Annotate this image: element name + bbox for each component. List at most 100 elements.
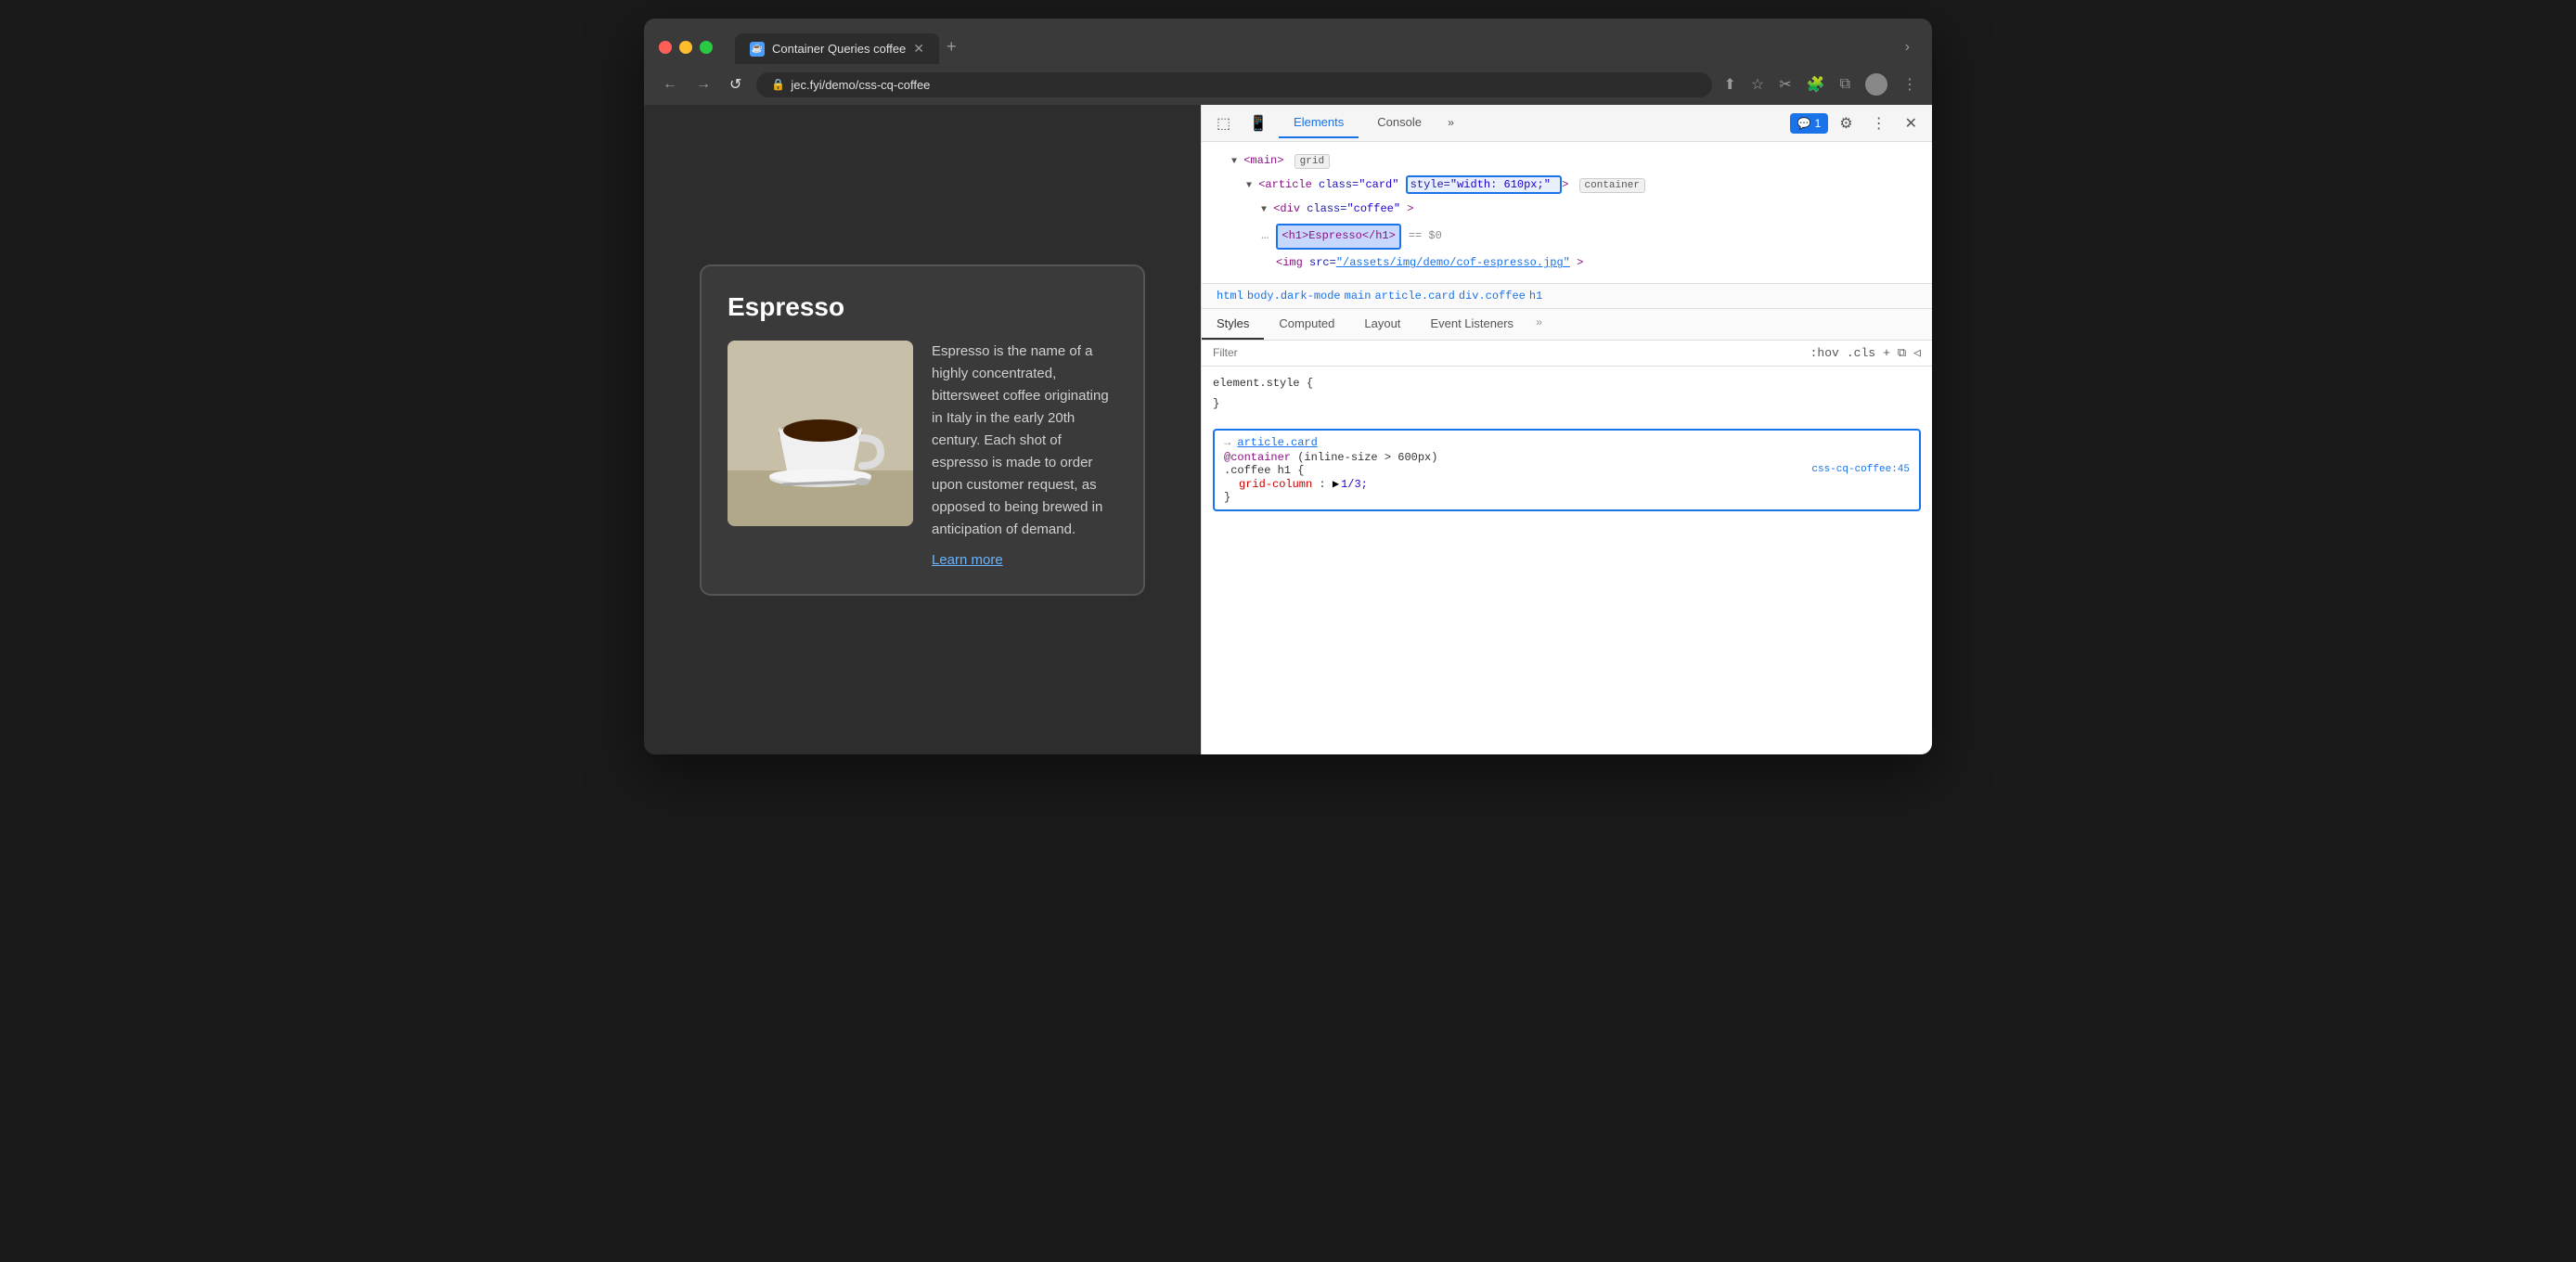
settings-button[interactable]: ⚙ [1832, 109, 1860, 138]
url-text: jec.fyi/demo/css-cq-coffee [791, 78, 930, 92]
lock-icon: 🔒 [771, 78, 785, 91]
element-style-rule: element.style { } [1213, 374, 1921, 414]
cut-icon[interactable]: ✂ [1779, 75, 1791, 94]
address-input[interactable]: 🔒 jec.fyi/demo/css-cq-coffee [756, 72, 1712, 97]
devtools-close-button[interactable]: ✕ [1898, 109, 1925, 138]
add-rule-button[interactable]: + [1883, 346, 1890, 360]
at-container: @container [1224, 451, 1291, 464]
close-button[interactable] [659, 41, 672, 54]
tab-console[interactable]: Console [1362, 108, 1436, 138]
dom-tree: <main> grid <article class="card" style=… [1202, 149, 1932, 276]
devtools-menu-button[interactable]: ⋮ [1864, 109, 1894, 138]
breadcrumb-bar: html body.dark-mode main article.card di… [1202, 283, 1932, 309]
tab-grid-icon[interactable]: ⧉ [1840, 76, 1850, 93]
selected-h1-element[interactable]: <h1>Espresso</h1> [1276, 224, 1400, 250]
css-close-brace-2: } [1224, 491, 1230, 504]
browser-content: Espresso [644, 105, 1932, 754]
coffee-cup-svg [728, 341, 913, 526]
tab-elements[interactable]: Elements [1279, 108, 1359, 138]
breadcrumb-main[interactable]: main [1345, 290, 1372, 303]
maximize-button[interactable] [700, 41, 713, 54]
extensions-icon[interactable]: 🧩 [1807, 75, 1825, 94]
breadcrumb-div-coffee[interactable]: div.coffee [1459, 290, 1526, 303]
hov-button[interactable]: :hov [1810, 346, 1839, 360]
tab-styles[interactable]: Styles [1202, 309, 1264, 340]
address-bar: ← → ↺ 🔒 jec.fyi/demo/css-cq-coffee ⬆ ☆ ✂… [644, 64, 1932, 105]
arrow-icon: → [1224, 436, 1237, 449]
message-icon: 💬 [1797, 117, 1811, 130]
forward-button[interactable]: → [692, 72, 715, 97]
bookmark-icon[interactable]: ☆ [1751, 75, 1764, 94]
tab-computed[interactable]: Computed [1264, 309, 1349, 340]
menu-icon[interactable]: ⋮ [1902, 75, 1917, 94]
webpage-area: Espresso [644, 105, 1201, 754]
tab-favicon: ☕ [750, 42, 765, 57]
copy-element-button[interactable]: ⧉ [1898, 346, 1906, 360]
learn-more-link[interactable]: Learn more [932, 552, 1117, 568]
dollar-sign: == $0 [1409, 226, 1442, 247]
browser-window: ☕ Container Queries coffee ✕ + › ← → ↺ 🔒… [644, 19, 1932, 754]
coffee-card: Espresso [700, 264, 1145, 596]
dom-line-main[interactable]: <main> grid [1202, 149, 1932, 174]
cls-button[interactable]: .cls [1847, 346, 1875, 360]
tab-label: Container Queries coffee [772, 42, 906, 56]
coffee-h1-selector: .coffee h1 { [1224, 464, 1304, 477]
share-icon[interactable]: ⬆ [1723, 75, 1735, 94]
container-query-rule: → article.card @container (inline-size >… [1213, 429, 1921, 511]
back-button[interactable]: ← [659, 72, 681, 97]
triangle-down-icon [1261, 202, 1267, 215]
tab-close-button[interactable]: ✕ [913, 41, 924, 57]
coffee-text: Espresso is the name of a highly concent… [932, 341, 1117, 541]
article-card-link[interactable]: article.card [1237, 436, 1317, 449]
filter-bar: :hov .cls + ⧉ ◁ [1202, 341, 1932, 367]
devtools-panel: ⬚ 📱 Elements Console » 💬 1 ⚙ ⋮ ✕ [1201, 105, 1932, 754]
coffee-heading: Espresso [728, 292, 1117, 322]
highlighted-style-attr: style="width: 610px;" [1406, 175, 1562, 194]
card-body: Espresso is the name of a highly concent… [728, 341, 1117, 568]
more-tabs-button[interactable]: » [1440, 109, 1462, 137]
breadcrumb-h1[interactable]: h1 [1529, 290, 1542, 303]
devtools-actions: 💬 1 ⚙ ⋮ ✕ [1790, 109, 1925, 138]
minimize-button[interactable] [679, 41, 692, 54]
more-styles-tabs[interactable]: » [1528, 309, 1550, 340]
breadcrumb-html[interactable]: html [1217, 290, 1243, 303]
tab-event-listeners[interactable]: Event Listeners [1415, 309, 1528, 340]
ellipsis-button[interactable]: … [1254, 223, 1276, 250]
breadcrumb-article[interactable]: article.card [1374, 290, 1454, 303]
coffee-image [728, 341, 913, 526]
coffee-description: Espresso is the name of a highly concent… [932, 341, 1117, 568]
triangle-down-icon [1231, 154, 1237, 167]
reload-button[interactable]: ↺ [726, 71, 745, 97]
css-close-brace: } [1213, 397, 1219, 410]
expand-triangle-icon: ▶ [1333, 477, 1339, 491]
grid-column-prop: grid-column [1224, 478, 1312, 491]
grid-badge: grid [1294, 154, 1330, 169]
new-tab-button[interactable]: + [939, 30, 964, 64]
container-query-condition: (inline-size > 600px) [1297, 451, 1437, 464]
grid-column-value: 1/3; [1341, 478, 1368, 491]
notifications-badge[interactable]: 💬 1 [1790, 113, 1829, 134]
dom-line-article[interactable]: <article class="card" style="width: 610p… [1202, 174, 1932, 198]
element-style-selector: element.style { [1213, 377, 1313, 390]
title-bar: ☕ Container Queries coffee ✕ + › [644, 19, 1932, 64]
inspect-button[interactable]: ◁ [1913, 346, 1921, 360]
dom-ellipsis-line: … <h1>Espresso</h1> == $0 [1202, 221, 1932, 251]
breadcrumb-body[interactable]: body.dark-mode [1247, 290, 1341, 303]
dom-line-img[interactable]: <img src="/assets/img/demo/cof-espresso.… [1202, 251, 1932, 276]
element-picker-button[interactable]: ⬚ [1209, 109, 1238, 138]
devtools-toolbar: ⬚ 📱 Elements Console » 💬 1 ⚙ ⋮ ✕ [1202, 105, 1932, 142]
tab-bar: ☕ Container Queries coffee ✕ + [735, 30, 1887, 64]
dom-line-div-coffee[interactable]: <div class="coffee" > [1202, 198, 1932, 222]
container-badge: container [1579, 178, 1645, 193]
filter-input[interactable] [1213, 346, 1803, 359]
filter-actions: :hov .cls + ⧉ ◁ [1810, 346, 1921, 360]
tab-layout[interactable]: Layout [1349, 309, 1415, 340]
tab-overflow-button[interactable]: › [1898, 32, 1917, 63]
css-styles-panel: element.style { } → article.card @contai… [1202, 367, 1932, 754]
css-source[interactable]: css-cq-coffee:45 [1811, 464, 1910, 475]
dom-tree-panel: <main> grid <article class="card" style=… [1202, 142, 1932, 283]
device-toggle-button[interactable]: 📱 [1242, 109, 1275, 138]
triangle-down-icon [1246, 178, 1252, 191]
avatar[interactable] [1865, 73, 1887, 96]
active-tab[interactable]: ☕ Container Queries coffee ✕ [735, 33, 939, 64]
